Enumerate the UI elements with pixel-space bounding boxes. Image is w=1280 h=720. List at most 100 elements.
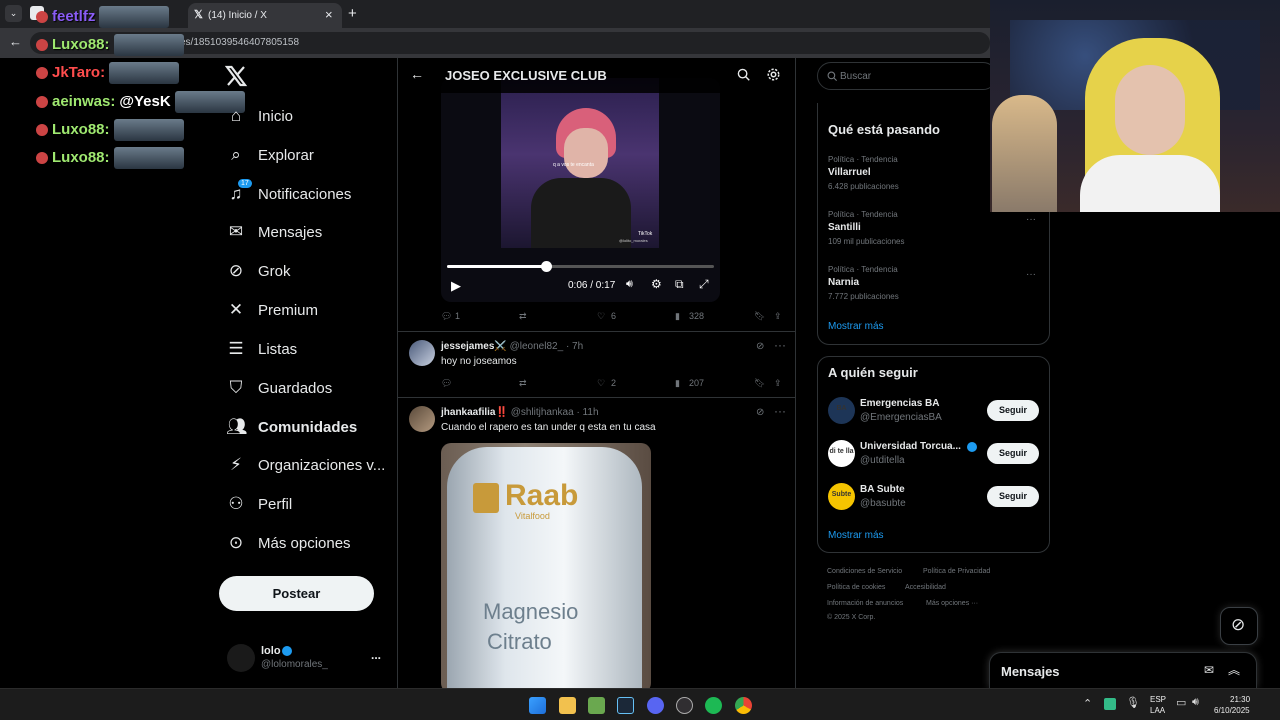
language-secondary[interactable]: LAA <box>1150 706 1165 715</box>
follow-button[interactable]: Seguir <box>987 443 1039 464</box>
close-tab-icon[interactable]: × <box>325 7 333 22</box>
footer-link[interactable]: Condiciones de Servicio <box>827 568 902 575</box>
minecraft-icon[interactable] <box>588 697 605 714</box>
back-arrow-icon[interactable]: ← <box>410 66 424 82</box>
account-more-icon[interactable]: ... <box>371 648 381 662</box>
retweet-icon[interactable]: ⇄ <box>519 378 527 389</box>
reply-icon[interactable]: 💬︎ <box>441 378 452 389</box>
nav-item-más-opciones[interactable]: ⊙ Más opciones <box>226 525 351 561</box>
footer-link[interactable]: Política de Privacidad <box>923 568 990 575</box>
chrome-icon[interactable] <box>735 697 752 714</box>
tab-list-button[interactable]: ⌄ <box>5 5 22 22</box>
follow-name[interactable]: Emergencias BA <box>860 398 939 409</box>
like-icon[interactable]: ♡ <box>597 311 605 322</box>
trend-name[interactable]: Santilli <box>828 222 861 233</box>
account-switcher[interactable]: lolo @lolomorales_ ... <box>219 638 389 678</box>
nav-item-comunidades[interactable]: 👥︎ Comunidades <box>226 409 357 445</box>
nav-item-grok[interactable]: ⊘ Grok <box>226 253 291 289</box>
back-arrow-icon[interactable]: ← <box>9 34 22 49</box>
follow-button[interactable]: Seguir <box>987 400 1039 421</box>
play-icon[interactable]: ▶ <box>451 278 461 294</box>
like-icon[interactable]: ♡ <box>597 378 605 389</box>
person-icon: ⚇ <box>228 494 244 513</box>
follow-name[interactable]: BA Subte <box>860 484 905 495</box>
nav-item-inicio[interactable]: ⌂ Inicio <box>226 98 293 134</box>
spotify-icon[interactable] <box>705 697 722 714</box>
video-settings-icon[interactable]: ⚙ <box>651 277 662 291</box>
language-primary[interactable]: ESP <box>1150 695 1166 704</box>
footer-link[interactable]: Política de cookies <box>827 584 885 591</box>
footer-link[interactable]: Información de anuncios <box>827 600 903 607</box>
new-tab-button[interactable]: + <box>348 5 357 22</box>
new-message-icon[interactable]: ✉ <box>1204 663 1214 677</box>
clock-date[interactable]: 6/10/2025 <box>1214 706 1250 715</box>
avatar[interactable] <box>409 406 435 432</box>
video-progress-track[interactable] <box>447 261 714 272</box>
avatar[interactable] <box>409 340 435 366</box>
volume-icon[interactable]: 🔊︎ <box>626 278 633 291</box>
nav-item-listas[interactable]: ☰ Listas <box>226 331 297 367</box>
views-icon[interactable]: ▮ <box>675 378 680 389</box>
avatar[interactable]: di te lla <box>828 440 855 467</box>
trend-name[interactable]: Villarruel <box>828 167 871 178</box>
tray-app-icon[interactable] <box>1104 698 1116 710</box>
microphone-icon[interactable]: 🎙︎ <box>1126 696 1140 709</box>
trend-name[interactable]: Narnia <box>828 277 859 288</box>
bookmark-icon[interactable]: 🔖︎ <box>754 311 765 322</box>
follow-name[interactable]: Universidad Torcua... <box>860 441 961 452</box>
tweet-image[interactable]: Raab Vitalfood Magnesio Citrato <box>441 443 651 688</box>
volume-icon[interactable]: 🔊︎ <box>1192 696 1199 709</box>
grok-floating-button[interactable]: ⊘ <box>1220 607 1258 645</box>
file-explorer-icon[interactable] <box>559 697 576 714</box>
chat-username: Luxo88: <box>52 120 110 138</box>
grok-icon[interactable]: ⊘ <box>756 341 764 352</box>
fullscreen-icon[interactable]: ⤢ <box>699 277 709 292</box>
nav-item-perfil[interactable]: ⚇ Perfil <box>226 486 292 522</box>
who-to-follow-show-more[interactable]: Mostrar más <box>828 530 884 541</box>
avatar[interactable]: Subte <box>828 483 855 510</box>
nav-item-notificaciones[interactable]: ♫ 17 Notificaciones <box>226 176 351 212</box>
avatar[interactable]: BA <box>828 397 855 424</box>
steam-icon[interactable] <box>617 697 634 714</box>
grok-icon[interactable]: ⊘ <box>756 407 764 418</box>
tray-chevron-icon[interactable]: ⌃ <box>1083 697 1092 710</box>
share-icon[interactable]: ⇪ <box>774 378 782 389</box>
nav-label: Listas <box>258 340 298 358</box>
trend-more-icon[interactable]: ··· <box>1026 269 1036 280</box>
nav-item-organizaciones-v[interactable]: ⚡︎ Organizaciones v... <box>226 447 385 483</box>
messages-drawer[interactable]: Mensajes ✉ ︽ <box>989 652 1257 688</box>
tweet-author[interactable]: jhankaafilia‼️ @shlitjhankaa · 11h <box>441 407 599 418</box>
search-input[interactable]: Buscar <box>817 62 997 90</box>
views-icon[interactable]: ▮ <box>675 311 680 322</box>
nav-item-premium[interactable]: ✕ Premium <box>226 292 318 328</box>
nav-item-explorar[interactable]: ⌕ Explorar <box>226 137 314 173</box>
x-logo-icon[interactable] <box>224 64 248 88</box>
clock-time[interactable]: 21:30 <box>1230 695 1250 704</box>
tweet-more-icon[interactable]: ··· <box>774 404 786 418</box>
tweet-author[interactable]: jessejames⚔️ @leonel82_ · 7h <box>441 341 583 352</box>
footer-link[interactable]: Más opciones ··· <box>926 600 978 607</box>
share-icon[interactable]: ⇪ <box>774 311 782 322</box>
video-player[interactable]: q a vos te encanta TikTok @lolito_morale… <box>441 78 720 302</box>
tweet-more-icon[interactable]: ··· <box>774 338 786 352</box>
reply-icon[interactable]: 💬︎ <box>441 311 452 322</box>
trend-more-icon[interactable]: ··· <box>1026 214 1036 225</box>
discord-icon[interactable] <box>647 697 664 714</box>
miniplayer-icon[interactable]: ⧉ <box>675 277 684 292</box>
active-tab[interactable]: 𝕏 (14) Inicio / X × <box>188 3 342 28</box>
network-icon[interactable]: ▭ <box>1176 696 1186 709</box>
trends-show-more[interactable]: Mostrar más <box>828 321 884 332</box>
follow-button[interactable]: Seguir <box>987 486 1039 507</box>
bookmark-icon[interactable]: 🔖︎ <box>754 378 765 389</box>
footer-link[interactable]: Accesibilidad <box>905 584 946 591</box>
expand-chevron-icon[interactable]: ︽ <box>1228 661 1240 678</box>
gear-icon[interactable] <box>766 67 781 82</box>
windows-start-icon[interactable] <box>529 697 546 714</box>
retweet-icon[interactable]: ⇄ <box>519 311 527 322</box>
nav-item-mensajes[interactable]: ✉ Mensajes <box>226 214 322 250</box>
post-button[interactable]: Postear <box>219 576 374 611</box>
obs-icon[interactable] <box>676 697 693 714</box>
search-icon[interactable] <box>737 68 751 82</box>
nav-item-guardados[interactable]: ⛉ Guardados <box>226 370 333 406</box>
video-progress-knob[interactable] <box>540 261 552 272</box>
